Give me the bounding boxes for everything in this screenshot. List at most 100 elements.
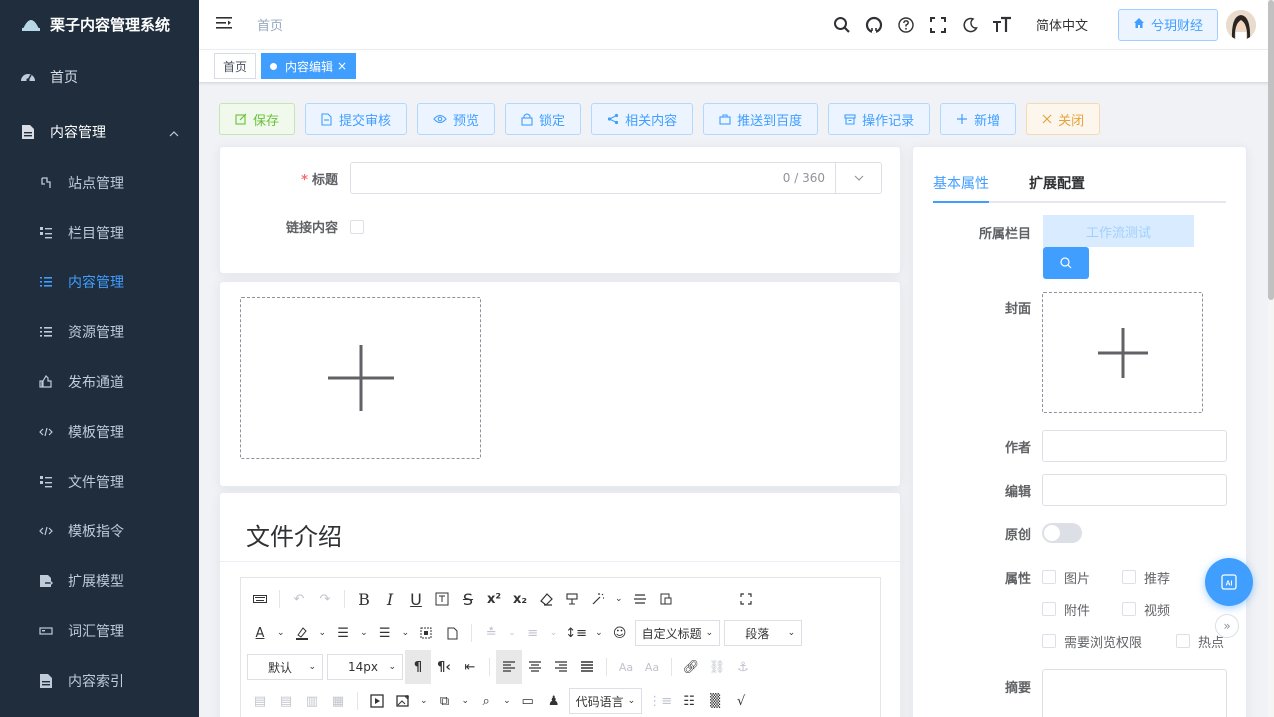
sidebar-item-model[interactable]: 扩展模型 <box>0 556 199 607</box>
line-spacing-icon[interactable]: ≡ <box>520 616 546 650</box>
attr-checkbox-hot[interactable] <box>1176 634 1190 648</box>
keyboard-icon[interactable] <box>247 582 273 616</box>
add-button[interactable]: 新增 <box>940 103 1017 135</box>
ai-assistant-button[interactable]: AI <box>1205 558 1253 606</box>
pattern-icon[interactable]: ▒ <box>702 684 728 717</box>
push-baidu-button[interactable]: 推送到百度 <box>703 103 819 135</box>
bullet-list-icon[interactable]: ☰ <box>372 616 398 650</box>
subscript-icon[interactable]: x₂ <box>507 582 533 616</box>
align-justify-icon[interactable] <box>574 650 600 684</box>
cover-upload[interactable] <box>1042 292 1203 413</box>
chevron-down-icon[interactable]: ⌄ <box>499 684 515 717</box>
link-checkbox[interactable] <box>350 219 364 234</box>
chevron-down-icon[interactable] <box>835 163 881 193</box>
ordered-list-icon[interactable]: ☰ <box>330 616 356 650</box>
attr-checkbox-video[interactable] <box>1122 602 1136 616</box>
avatar[interactable] <box>1226 9 1256 40</box>
redo-icon[interactable]: ↷ <box>312 582 338 616</box>
chevron-down-icon[interactable]: ⌄ <box>591 616 607 650</box>
unlink-icon[interactable]: ⛓ <box>704 650 730 684</box>
hamburger-icon[interactable] <box>216 16 236 34</box>
page-icon[interactable] <box>439 616 465 650</box>
fullscreen-icon[interactable] <box>733 582 759 616</box>
tag-home[interactable]: 首页 <box>214 53 257 79</box>
outdent-icon[interactable]: ⇤ <box>457 650 483 684</box>
attr-checkbox-attachment[interactable] <box>1042 602 1056 616</box>
chevron-down-icon[interactable]: ⌄ <box>504 616 520 650</box>
eraser-icon[interactable] <box>533 582 559 616</box>
code-language-select[interactable]: 代码语言 ⌄ <box>568 688 643 714</box>
table-merge-icon[interactable]: ▦ <box>325 684 351 717</box>
attr-checkbox-permission[interactable] <box>1042 634 1056 648</box>
format-paint-icon[interactable] <box>559 582 585 616</box>
select-all-icon[interactable] <box>413 616 439 650</box>
attr-checkbox-image[interactable] <box>1042 570 1056 584</box>
sidebar-item-home[interactable]: 首页 <box>0 48 199 106</box>
app-logo[interactable]: 栗子内容管理系统 <box>0 0 199 48</box>
formula-icon[interactable]: √ <box>728 684 754 717</box>
horizontal-rule-icon[interactable] <box>627 582 653 616</box>
font-family-select[interactable]: 默认 ⌄ <box>247 654 323 680</box>
related-content-button[interactable]: 相关内容 <box>591 103 694 135</box>
paste-icon[interactable] <box>653 582 679 616</box>
catalog-value[interactable]: 工作流测试 <box>1043 215 1194 247</box>
collapse-panel-button[interactable]: » <box>1215 614 1239 638</box>
search-icon[interactable] <box>826 9 858 41</box>
highlight-icon[interactable] <box>289 616 315 650</box>
chevron-down-icon[interactable]: ⌄ <box>356 616 372 650</box>
undo-icon[interactable]: ↶ <box>286 582 312 616</box>
underline-icon[interactable]: U <box>403 582 429 616</box>
sidebar-item-resource[interactable]: 资源管理 <box>0 307 199 358</box>
language-select[interactable]: 简体中文 <box>1036 15 1088 34</box>
chevron-down-icon[interactable]: ⌄ <box>315 616 331 650</box>
sidebar-item-index[interactable]: 内容索引 <box>0 655 199 706</box>
chevron-down-icon[interactable]: ⌄ <box>398 616 414 650</box>
summary-textarea[interactable] <box>1042 669 1227 717</box>
line-height-icon[interactable]: ↕≡ <box>561 616 591 650</box>
sidebar-item-site[interactable]: 站点管理 <box>0 158 199 208</box>
template-icon[interactable]: ▭ <box>515 684 541 717</box>
chevron-down-icon[interactable]: ⌄ <box>458 684 474 717</box>
image-upload[interactable] <box>240 297 481 459</box>
strikethrough-icon[interactable]: S <box>455 582 481 616</box>
chevron-down-icon[interactable]: ⌄ <box>546 616 562 650</box>
operation-log-button[interactable]: 操作记录 <box>828 103 931 135</box>
moon-icon[interactable] <box>954 9 986 41</box>
sidebar-item-content[interactable]: 内容管理 <box>0 257 199 308</box>
sidebar-item-template[interactable]: 模板管理 <box>0 406 199 457</box>
fullscreen-icon[interactable] <box>922 9 954 41</box>
table-row-icon[interactable]: ▤ <box>273 684 299 717</box>
page-break-icon[interactable]: ⋮≡ <box>644 684 676 717</box>
indent-icon[interactable]: ≛ <box>478 616 504 650</box>
tag-content-edit[interactable]: 内容编辑 × <box>261 53 357 79</box>
sidebar-group-content[interactable]: 内容管理 <box>0 106 199 158</box>
align-right-icon[interactable] <box>548 650 574 684</box>
submit-review-button[interactable]: 提交审核 <box>305 103 408 135</box>
help-icon[interactable] <box>890 9 922 41</box>
custom-title-select[interactable]: 自定义标题 ⌄ <box>634 620 721 646</box>
sidebar-item-catalog[interactable]: 栏目管理 <box>0 207 199 258</box>
sidebar-item-publish[interactable]: 发布通道 <box>0 357 199 407</box>
chevron-down-icon[interactable]: ⌄ <box>611 582 627 616</box>
font-size-icon[interactable] <box>986 9 1018 41</box>
sidebar-item-directive[interactable]: 模板指令 <box>0 506 199 557</box>
ltr-icon[interactable]: ¶ <box>405 650 431 684</box>
superscript-icon[interactable]: x² <box>481 582 507 616</box>
anchor-icon[interactable]: ⚓︎ <box>730 650 756 684</box>
page-scrollbar[interactable] <box>1268 0 1274 717</box>
attr-checkbox-recommend[interactable] <box>1122 570 1136 584</box>
close-button[interactable]: 关闭 <box>1026 103 1101 135</box>
breadcrumb[interactable]: 首页 <box>257 15 283 34</box>
text-box-icon[interactable] <box>429 582 455 616</box>
font-size-select[interactable]: 14px ⌄ <box>327 654 403 680</box>
original-switch[interactable] <box>1042 523 1082 543</box>
magic-wand-icon[interactable] <box>585 582 611 616</box>
stamp-icon[interactable]: ♟ <box>541 684 567 717</box>
author-input[interactable] <box>1042 430 1227 462</box>
tab-extend[interactable]: 扩展配置 <box>1029 167 1085 201</box>
lock-button[interactable]: 锁定 <box>505 103 582 135</box>
image-search-icon[interactable]: ⌕ <box>473 684 499 717</box>
italic-icon[interactable]: I <box>377 582 403 616</box>
table-col-icon[interactable]: ▥ <box>299 684 325 717</box>
editor-input[interactable] <box>1042 474 1227 506</box>
